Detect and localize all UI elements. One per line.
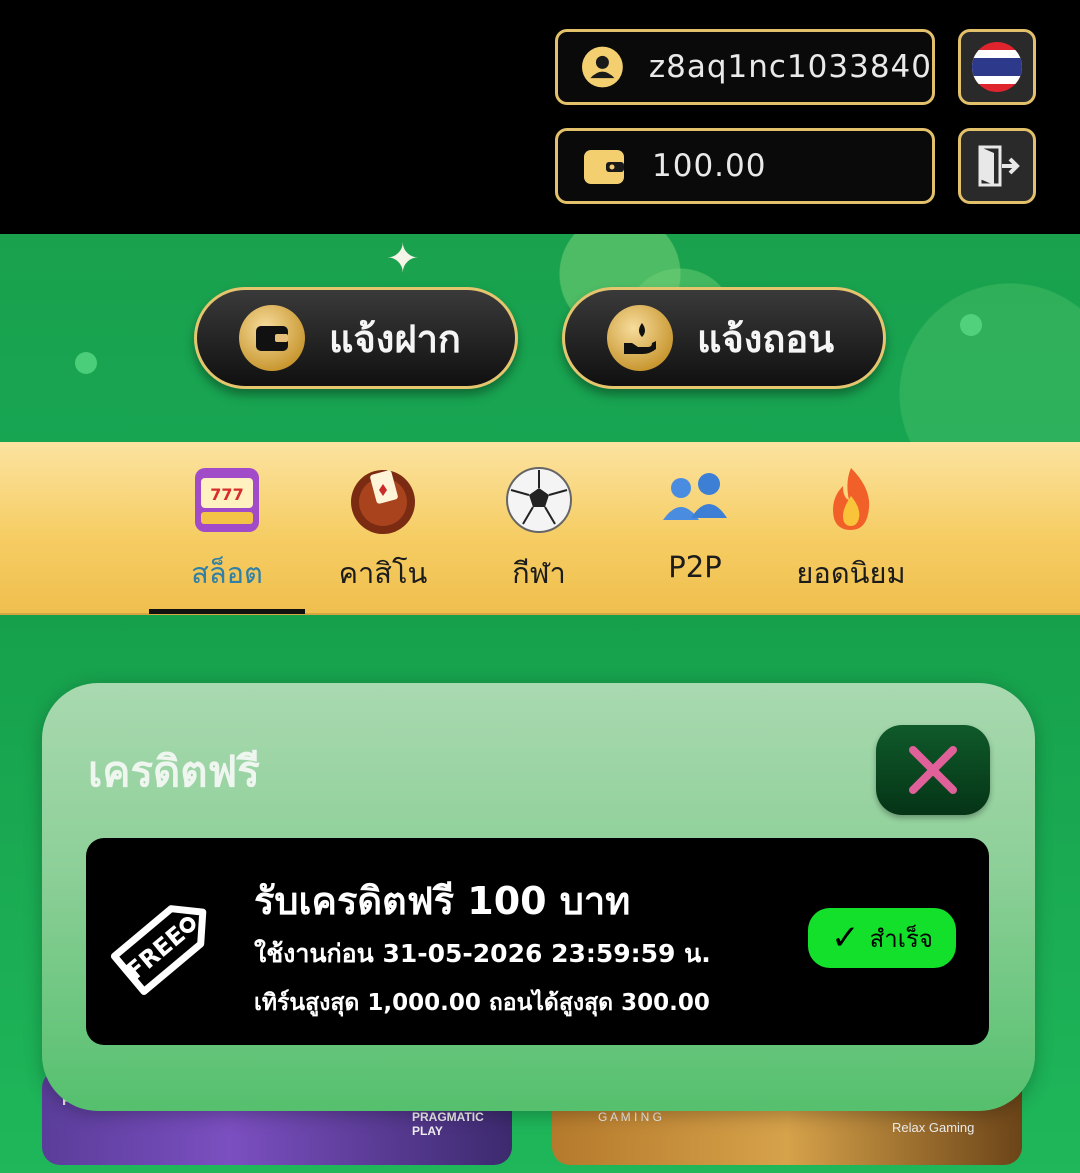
modal-title: เครดิตฟรี [88,747,260,796]
promo-title: รับเครดิตฟรี 100 บาท [254,879,631,923]
free-credit-modal: เครดิตฟรี FREE รับเครดิตฟรี 100 บาท ใช้ง… [42,683,1035,1111]
deposit-button[interactable]: แจ้งฝาก [194,287,518,389]
free-tag-icon: FREE [110,905,207,995]
tab-popular[interactable]: ยอดนิยม [773,464,929,614]
balance-display: 100.00 [555,128,935,204]
tab-p2p-label: P2P [668,550,722,584]
logout-button[interactable] [958,128,1036,204]
withdraw-icon-circle [607,305,673,371]
tab-sports-label: กีฬา [512,556,566,590]
soccer-ball-icon [506,467,572,533]
status-badge: ✓ สำเร็จ [808,908,956,968]
user-circle-icon [582,46,623,88]
hand-drop-icon [624,323,656,354]
hero-banner: ✦ [0,234,1080,444]
top-header: z8aq1nc1033840 100.00 [0,0,1080,234]
svg-text:FREE: FREE [121,920,191,985]
logout-icon [978,145,1020,187]
fire-icon [833,468,870,530]
casino-chip-icon [351,470,415,534]
username-display: z8aq1nc1033840 [555,29,935,105]
decor-dot [960,314,982,336]
wallet-icon [256,326,288,351]
close-icon [909,746,957,794]
deposit-icon-circle [239,305,305,371]
wallet-icon [584,150,624,184]
tab-casino-label: คาสิโน [338,556,428,590]
slot-machine-icon: 777 [195,468,259,532]
username-text: z8aq1nc1033840 [648,49,932,85]
category-bar: 777 สล็อต คาสิโน กีฬา P2P ยอดนิยม [0,442,1080,615]
promo-card[interactable]: FREE รับเครดิตฟรี 100 บาท ใช้งานก่อน 31-… [86,838,989,1045]
withdraw-button[interactable]: แจ้งถอน [562,287,886,389]
tab-p2p[interactable]: P2P [617,464,773,614]
sparkle-icon: ✦ [386,236,420,282]
tab-casino[interactable]: คาสิโน [305,464,461,614]
check-icon: ✓ [831,918,860,958]
game-card-provider: PRAGMATIC PLAY [412,1110,484,1138]
promo-expiry: ใช้งานก่อน 31-05-2026 23:59:59 น. [254,939,711,968]
withdraw-label: แจ้งถอน [697,316,835,361]
tab-slot[interactable]: 777 สล็อต [149,464,305,614]
status-label: สำเร็จ [869,924,933,953]
language-button[interactable] [958,29,1036,105]
people-icon [663,473,727,520]
close-button[interactable] [876,725,990,815]
game-card-partial-text: G A M I N G [598,1110,663,1124]
deposit-label: แจ้งฝาก [329,316,461,361]
promo-limits: เทิร์นสูงสุด 1,000.00 ถอนได้สูงสุด 300.0… [254,990,710,1016]
svg-text:777: 777 [210,485,243,504]
thai-flag-icon [972,42,1022,92]
tab-sports[interactable]: กีฬา [461,464,617,614]
balance-text: 100.00 [652,148,767,184]
tab-slot-label: สล็อต [191,556,263,590]
tab-popular-label: ยอดนิยม [796,556,906,590]
game-card-provider: Relax Gaming [892,1120,975,1135]
decor-dot [75,352,97,374]
